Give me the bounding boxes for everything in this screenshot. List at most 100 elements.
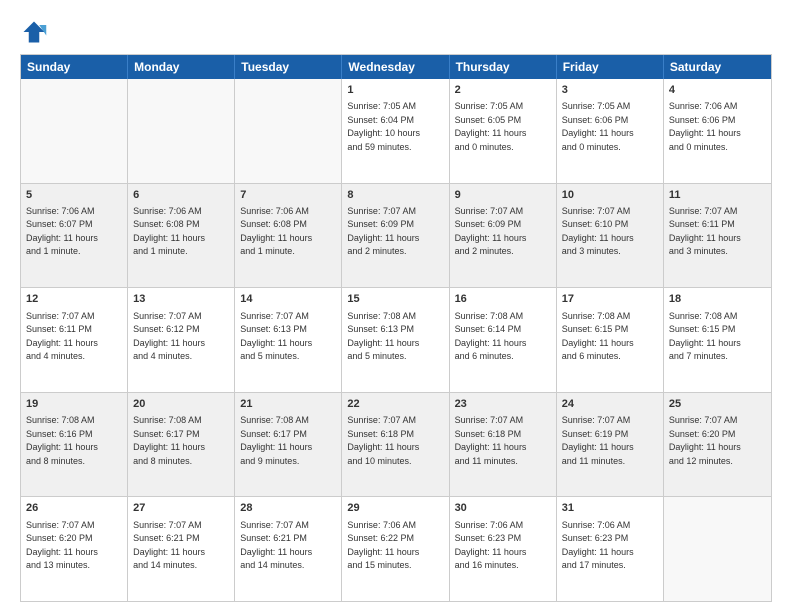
calendar-week-5: 26 Sunrise: 7:07 AMSunset: 6:20 PMDayligh…: [21, 496, 771, 601]
header-day-tuesday: Tuesday: [235, 55, 342, 79]
day-number: 14: [240, 292, 336, 307]
calendar-cell: [664, 497, 771, 601]
logo: [20, 18, 52, 46]
calendar-cell: 8 Sunrise: 7:07 AMSunset: 6:09 PMDaylight…: [342, 184, 449, 288]
cell-info: Sunrise: 7:08 AMSunset: 6:14 PMDaylight:…: [455, 310, 551, 364]
day-number: 9: [455, 188, 551, 203]
day-number: 4: [669, 83, 766, 98]
calendar-week-3: 12 Sunrise: 7:07 AMSunset: 6:11 PMDayligh…: [21, 287, 771, 392]
cell-info: Sunrise: 7:07 AMSunset: 6:18 PMDaylight:…: [347, 414, 443, 468]
cell-info: Sunrise: 7:05 AMSunset: 6:05 PMDaylight:…: [455, 100, 551, 154]
cell-info: Sunrise: 7:07 AMSunset: 6:10 PMDaylight:…: [562, 205, 658, 259]
cell-info: Sunrise: 7:05 AMSunset: 6:06 PMDaylight:…: [562, 100, 658, 154]
calendar-cell: 16 Sunrise: 7:08 AMSunset: 6:14 PMDayligh…: [450, 288, 557, 392]
calendar-cell: 15 Sunrise: 7:08 AMSunset: 6:13 PMDayligh…: [342, 288, 449, 392]
day-number: 12: [26, 292, 122, 307]
calendar-cell: 22 Sunrise: 7:07 AMSunset: 6:18 PMDayligh…: [342, 393, 449, 497]
cell-info: Sunrise: 7:07 AMSunset: 6:21 PMDaylight:…: [240, 519, 336, 573]
calendar-cell: 25 Sunrise: 7:07 AMSunset: 6:20 PMDayligh…: [664, 393, 771, 497]
calendar-cell: 29Sunrise: 7:06 AMSunset: 6:22 PMDayligh…: [342, 497, 449, 601]
day-number: 8: [347, 188, 443, 203]
calendar-cell: 24 Sunrise: 7:07 AMSunset: 6:19 PMDayligh…: [557, 393, 664, 497]
cell-info: Sunrise: 7:06 AMSunset: 6:08 PMDaylight:…: [240, 205, 336, 259]
day-number: 20: [133, 397, 229, 412]
page: SundayMondayTuesdayWednesdayThursdayFrid…: [0, 0, 792, 612]
cell-info: Sunrise: 7:08 AMSunset: 6:16 PMDaylight:…: [26, 414, 122, 468]
calendar-cell: 14 Sunrise: 7:07 AMSunset: 6:13 PMDayligh…: [235, 288, 342, 392]
cell-info: Sunrise: 7:07 AMSunset: 6:13 PMDaylight:…: [240, 310, 336, 364]
calendar-header: SundayMondayTuesdayWednesdayThursdayFrid…: [21, 55, 771, 79]
header-day-monday: Monday: [128, 55, 235, 79]
calendar-cell: 11 Sunrise: 7:07 AMSunset: 6:11 PMDayligh…: [664, 184, 771, 288]
cell-info: Sunrise: 7:07 AMSunset: 6:11 PMDaylight:…: [669, 205, 766, 259]
cell-info: Sunrise: 7:06 AMSunset: 6:06 PMDaylight:…: [669, 100, 766, 154]
calendar-cell: 20 Sunrise: 7:08 AMSunset: 6:17 PMDayligh…: [128, 393, 235, 497]
calendar-cell: 5 Sunrise: 7:06 AMSunset: 6:07 PMDaylight…: [21, 184, 128, 288]
day-number: 19: [26, 397, 122, 412]
day-number: 15: [347, 292, 443, 307]
day-number: 21: [240, 397, 336, 412]
day-number: 7: [240, 188, 336, 203]
header-day-sunday: Sunday: [21, 55, 128, 79]
day-number: 11: [669, 188, 766, 203]
calendar-cell: [128, 79, 235, 183]
day-number: 23: [455, 397, 551, 412]
calendar-cell: 12 Sunrise: 7:07 AMSunset: 6:11 PMDayligh…: [21, 288, 128, 392]
calendar-cell: 13 Sunrise: 7:07 AMSunset: 6:12 PMDayligh…: [128, 288, 235, 392]
cell-info: Sunrise: 7:07 AMSunset: 6:20 PMDaylight:…: [26, 519, 122, 573]
header-day-thursday: Thursday: [450, 55, 557, 79]
calendar-cell: 4 Sunrise: 7:06 AMSunset: 6:06 PMDaylight…: [664, 79, 771, 183]
cell-info: Sunrise: 7:08 AMSunset: 6:13 PMDaylight:…: [347, 310, 443, 364]
day-number: 13: [133, 292, 229, 307]
calendar-cell: 1 Sunrise: 7:05 AMSunset: 6:04 PMDaylight…: [342, 79, 449, 183]
day-number: 26: [26, 501, 122, 516]
cell-info: Sunrise: 7:07 AMSunset: 6:18 PMDaylight:…: [455, 414, 551, 468]
day-number: 28: [240, 501, 336, 516]
cell-info: Sunrise: 7:08 AMSunset: 6:15 PMDaylight:…: [669, 310, 766, 364]
calendar-cell: 23 Sunrise: 7:07 AMSunset: 6:18 PMDayligh…: [450, 393, 557, 497]
calendar-cell: 26 Sunrise: 7:07 AMSunset: 6:20 PMDayligh…: [21, 497, 128, 601]
header-day-wednesday: Wednesday: [342, 55, 449, 79]
cell-info: Sunrise: 7:07 AMSunset: 6:09 PMDaylight:…: [455, 205, 551, 259]
cell-info: Sunrise: 7:08 AMSunset: 6:17 PMDaylight:…: [133, 414, 229, 468]
calendar-cell: 28 Sunrise: 7:07 AMSunset: 6:21 PMDayligh…: [235, 497, 342, 601]
calendar-week-1: 1 Sunrise: 7:05 AMSunset: 6:04 PMDaylight…: [21, 79, 771, 183]
calendar-cell: 17 Sunrise: 7:08 AMSunset: 6:15 PMDayligh…: [557, 288, 664, 392]
calendar-cell: 21Sunrise: 7:08 AMSunset: 6:17 PMDayligh…: [235, 393, 342, 497]
day-number: 25: [669, 397, 766, 412]
day-number: 24: [562, 397, 658, 412]
day-number: 1: [347, 83, 443, 98]
day-number: 27: [133, 501, 229, 516]
day-number: 5: [26, 188, 122, 203]
cell-info: Sunrise: 7:08 AMSunset: 6:15 PMDaylight:…: [562, 310, 658, 364]
calendar: SundayMondayTuesdayWednesdayThursdayFrid…: [20, 54, 772, 602]
cell-info: Sunrise: 7:06 AMSunset: 6:23 PMDaylight:…: [562, 519, 658, 573]
cell-info: Sunrise: 7:07 AMSunset: 6:11 PMDaylight:…: [26, 310, 122, 364]
logo-icon: [20, 18, 48, 46]
day-number: 17: [562, 292, 658, 307]
cell-info: Sunrise: 7:06 AMSunset: 6:23 PMDaylight:…: [455, 519, 551, 573]
day-number: 2: [455, 83, 551, 98]
calendar-body: 1 Sunrise: 7:05 AMSunset: 6:04 PMDaylight…: [21, 79, 771, 601]
cell-info: Sunrise: 7:07 AMSunset: 6:09 PMDaylight:…: [347, 205, 443, 259]
calendar-cell: 6Sunrise: 7:06 AMSunset: 6:08 PMDaylight…: [128, 184, 235, 288]
calendar-cell: [21, 79, 128, 183]
day-number: 22: [347, 397, 443, 412]
cell-info: Sunrise: 7:07 AMSunset: 6:12 PMDaylight:…: [133, 310, 229, 364]
day-number: 16: [455, 292, 551, 307]
cell-info: Sunrise: 7:07 AMSunset: 6:19 PMDaylight:…: [562, 414, 658, 468]
cell-info: Sunrise: 7:07 AMSunset: 6:20 PMDaylight:…: [669, 414, 766, 468]
day-number: 6: [133, 188, 229, 203]
calendar-cell: 10 Sunrise: 7:07 AMSunset: 6:10 PMDayligh…: [557, 184, 664, 288]
day-number: 30: [455, 501, 551, 516]
calendar-cell: 19 Sunrise: 7:08 AMSunset: 6:16 PMDayligh…: [21, 393, 128, 497]
day-number: 10: [562, 188, 658, 203]
calendar-week-4: 19 Sunrise: 7:08 AMSunset: 6:16 PMDayligh…: [21, 392, 771, 497]
calendar-cell: 31Sunrise: 7:06 AMSunset: 6:23 PMDayligh…: [557, 497, 664, 601]
cell-info: Sunrise: 7:07 AMSunset: 6:21 PMDaylight:…: [133, 519, 229, 573]
calendar-cell: 18Sunrise: 7:08 AMSunset: 6:15 PMDayligh…: [664, 288, 771, 392]
header-day-saturday: Saturday: [664, 55, 771, 79]
cell-info: Sunrise: 7:05 AMSunset: 6:04 PMDaylight:…: [347, 100, 443, 154]
cell-info: Sunrise: 7:06 AMSunset: 6:07 PMDaylight:…: [26, 205, 122, 259]
cell-info: Sunrise: 7:06 AMSunset: 6:22 PMDaylight:…: [347, 519, 443, 573]
